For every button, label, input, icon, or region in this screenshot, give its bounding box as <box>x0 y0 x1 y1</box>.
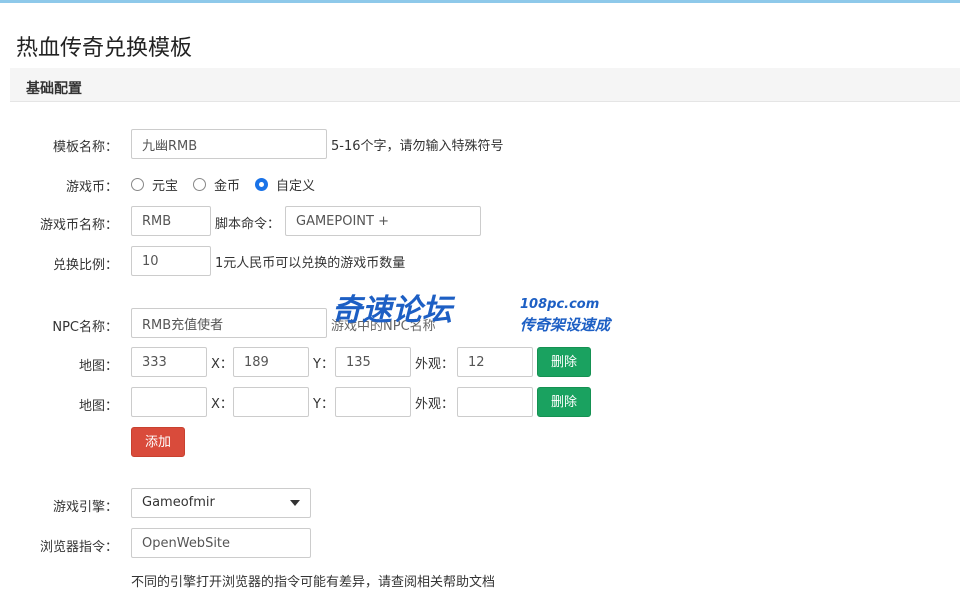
npc-name-label: NPC名称： <box>52 320 118 335</box>
browser-cmd-input[interactable] <box>131 528 311 558</box>
panel-header: 基础配置 <box>10 68 960 102</box>
map-row-1-x-label: X： <box>211 357 233 372</box>
map-row-1-y-input[interactable] <box>335 347 411 377</box>
radio-gold-label: 金币 <box>214 178 241 194</box>
script-cmd-label: 脚本命令： <box>215 217 281 232</box>
ratio-hint: 1元人民币可以兑换的游戏币数量 <box>215 256 406 271</box>
radio-custom[interactable]: 自定义 <box>255 175 315 194</box>
map-row-1-look-label: 外观： <box>415 357 455 372</box>
radio-custom-label: 自定义 <box>276 178 316 194</box>
template-name-label: 模板名称： <box>52 140 118 155</box>
script-cmd-input[interactable] <box>285 206 481 236</box>
map-row-1-delete-button[interactable]: 删除 <box>537 347 591 377</box>
top-accent-bar <box>0 0 960 3</box>
map-row-2-look-label: 外观： <box>415 397 455 412</box>
ratio-input[interactable] <box>131 246 211 276</box>
radio-gold-dot[interactable] <box>193 177 207 191</box>
map-row-2-delete-button[interactable]: 删除 <box>537 387 591 417</box>
map-row-2-map-input[interactable] <box>131 387 207 417</box>
map-row-1-x-input[interactable] <box>233 347 309 377</box>
map-row-2-look-input[interactable] <box>457 387 533 417</box>
watermark-main-text: 奇速论坛 <box>332 293 456 328</box>
browser-cmd-label: 浏览器指令： <box>39 540 118 555</box>
map-row-2-x-input[interactable] <box>233 387 309 417</box>
page-title: 热血传奇兑换模板 <box>16 36 193 61</box>
forum-watermark-logo: 奇速论坛 108pc.com 传奇架设速成 <box>332 293 613 334</box>
watermark-domain-text: 108pc.com <box>520 297 599 312</box>
browser-cmd-hint: 不同的引擎打开浏览器的指令可能有差异，请查阅相关帮助文档 <box>131 575 496 590</box>
chevron-down-icon <box>290 500 300 506</box>
template-name-input[interactable] <box>131 129 327 159</box>
engine-select[interactable]: Gameofmir <box>131 488 311 518</box>
currency-radio-group: 元宝 金币 自定义 <box>131 175 330 194</box>
currency-name-label: 游戏币名称： <box>39 218 118 233</box>
map-row-2-x-label: X： <box>211 397 233 412</box>
map-row-1-map-input[interactable] <box>131 347 207 377</box>
map-row-2-y-input[interactable] <box>335 387 411 417</box>
watermark-sub-text: 传奇架设速成 <box>520 316 613 334</box>
map-row-1-label: 地图： <box>78 359 118 374</box>
map-row-2-y-label: Y： <box>313 397 334 412</box>
map-row-1-y-label: Y： <box>313 357 334 372</box>
ratio-label: 兑换比例： <box>52 258 118 273</box>
radio-yuanbao[interactable]: 元宝 <box>131 175 178 194</box>
currency-label: 游戏币： <box>65 180 118 195</box>
engine-selected-value: Gameofmir <box>142 495 215 510</box>
add-map-button[interactable]: 添加 <box>131 427 185 457</box>
engine-label: 游戏引擎： <box>52 500 118 515</box>
radio-gold[interactable]: 金币 <box>193 175 240 194</box>
radio-yuanbao-label: 元宝 <box>152 178 179 194</box>
npc-name-input[interactable] <box>131 308 327 338</box>
panel-title: 基础配置 <box>26 81 82 97</box>
map-row-2-label: 地图： <box>78 399 118 414</box>
radio-custom-dot[interactable] <box>255 177 269 191</box>
radio-yuanbao-dot[interactable] <box>131 177 144 191</box>
currency-name-input[interactable] <box>131 206 211 236</box>
map-row-1-look-input[interactable] <box>457 347 533 377</box>
template-name-hint: 5-16个字，请勿输入特殊符号 <box>331 139 504 154</box>
